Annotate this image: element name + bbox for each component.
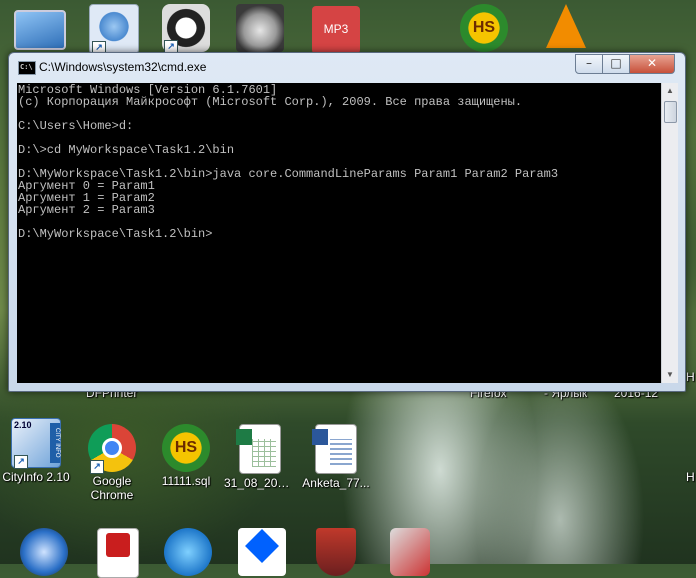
clock-shield-icon: ↗: [162, 4, 210, 54]
desktop-icon-cityinfo[interactable]: 2.10 CITY INFO ↗ CityInfo 2.10: [0, 418, 72, 484]
excel-grid-icon: [252, 439, 276, 467]
excel-file-icon: [236, 424, 281, 474]
hs-label: HS: [472, 19, 496, 36]
vertical-scrollbar[interactable]: ▲ ▼: [661, 83, 678, 383]
desktop-icon-partial-5[interactable]: [300, 528, 372, 576]
mp3-icon: MP3: [312, 6, 360, 54]
dropbox-icon: [238, 528, 286, 576]
acrobat-mark-icon: [106, 533, 130, 557]
right-edge-label-2: H: [686, 470, 695, 484]
cityinfo-version: 2.10: [14, 420, 32, 430]
desktop-icon-partial-4[interactable]: [226, 528, 298, 576]
chrome-label: Google Chrome: [90, 474, 134, 502]
cityinfo-icon: 2.10 CITY INFO ↗: [11, 418, 61, 469]
pdf-icon: [97, 528, 139, 578]
scroll-up-icon[interactable]: ▲: [662, 83, 678, 99]
minimize-button[interactable]: –: [575, 54, 603, 74]
console-app-icon[interactable]: C:\: [18, 61, 36, 75]
shortcut-arrow-icon: ↗: [90, 460, 104, 474]
desktop-icon-timer[interactable]: ↗: [150, 4, 222, 54]
scroll-thumb[interactable]: [664, 101, 677, 123]
desktop-icon-network[interactable]: ↗: [78, 4, 150, 55]
network-icon: ↗: [89, 4, 139, 55]
console-text: Microsoft Windows [Version 6.1.7601] (c)…: [18, 83, 559, 241]
cmd-window[interactable]: C:\ C:\Windows\system32\cmd.exe – □ ✕ Mi…: [8, 52, 686, 392]
desktop-icon-vlc[interactable]: [530, 4, 602, 48]
scroll-down-icon[interactable]: ▼: [662, 367, 678, 383]
sql-label: 11111.sql: [161, 474, 211, 488]
cityinfo-side-text: CITY INFO: [50, 423, 60, 463]
excel-label: 31_08_2017...: [224, 476, 296, 490]
desktop-icon-face[interactable]: [224, 4, 296, 52]
cityinfo-label: CityInfo 2.10: [2, 470, 70, 484]
word-badge-icon: [312, 429, 328, 445]
desktop-icon-word[interactable]: Anketa_77...: [300, 424, 372, 490]
hs-sql-icon: HS: [162, 424, 210, 472]
search-disc-icon: [20, 528, 68, 576]
desktop-icon-partial-1[interactable]: [8, 528, 80, 576]
desktop-icon-partial-6[interactable]: [374, 528, 446, 576]
game-icon: [390, 528, 430, 576]
word-file-icon: [312, 424, 357, 474]
desktop-icon-partial-3[interactable]: [152, 528, 224, 576]
close-button[interactable]: ✕: [629, 54, 675, 74]
desktop-icon-partial-2[interactable]: [82, 528, 154, 578]
desktop-icon-computer[interactable]: [4, 4, 76, 50]
desktop-icon-mp3[interactable]: MP3: [300, 6, 372, 54]
shortcut-arrow-icon: ↗: [14, 455, 28, 469]
lightning-icon: [164, 528, 212, 576]
desktop-icon-hs[interactable]: HS: [448, 4, 520, 52]
computer-icon: [14, 10, 66, 50]
dropbox-mark-icon: [245, 529, 279, 563]
hs-sql-text: HS: [174, 439, 198, 456]
chrome-icon: ↗: [88, 424, 136, 474]
right-edge-label-1: H: [686, 370, 695, 384]
excel-badge-icon: [236, 429, 252, 445]
chrome-center-icon: [102, 438, 122, 458]
desktop-icon-chrome[interactable]: ↗ Google Chrome: [76, 424, 148, 502]
hs-icon: HS: [460, 4, 508, 52]
word-label: Anketa_77...: [302, 476, 370, 490]
console-output[interactable]: Microsoft Windows [Version 6.1.7601] (c)…: [17, 83, 661, 383]
mp3-label: MP3: [323, 22, 349, 36]
word-lines-icon: [330, 439, 352, 465]
maximize-button[interactable]: □: [602, 54, 630, 74]
window-title: C:\Windows\system32\cmd.exe: [39, 60, 207, 74]
vlc-icon: [546, 4, 586, 48]
desktop-icon-sql[interactable]: HS 11111.sql: [150, 424, 222, 488]
shield-icon: [316, 528, 356, 576]
title-bar[interactable]: C:\ C:\Windows\system32\cmd.exe – □ ✕: [9, 53, 685, 81]
face-icon: [236, 4, 284, 52]
desktop-icon-excel[interactable]: 31_08_2017...: [224, 424, 296, 490]
